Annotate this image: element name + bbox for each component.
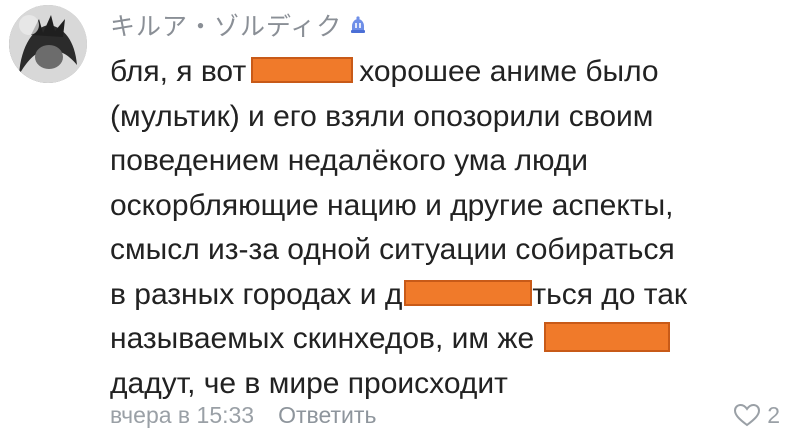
comment-text-fragment: в разных городах и д [110, 277, 403, 311]
comment-line: (мультик) и его взяли опозорили своим [110, 99, 654, 133]
author-name[interactable]: キルア・ゾルディク [110, 7, 342, 43]
comment-text-fragment: бля, я вот [110, 55, 247, 88]
comment-text-fragment: называемых скинхедов, им же [110, 322, 535, 355]
comment-text-fragment: хорошее аниме было [359, 55, 659, 88]
heart-icon [734, 403, 761, 427]
comment-line: бля, я вот хорошее аниме было [110, 50, 780, 95]
comment-line: поведением недалёкого ума люди [110, 144, 589, 177]
comment-text-fragment: ться до так [532, 277, 688, 311]
redaction-box [544, 322, 671, 353]
comment-line: в разных городах и д ться до так [110, 273, 780, 318]
timestamp: вчера в 15:33 [110, 401, 255, 428]
comment-line: оскорбляющие нацию и другие аспекты, [110, 188, 674, 222]
comment-line: называемых скинхедов, им же [110, 317, 780, 362]
redaction-box [404, 279, 533, 306]
author-row: キルア・ゾルディク [110, 8, 368, 42]
avatar-image [9, 5, 87, 83]
comment: キルア・ゾルディク бля, я вот хорошее аниме было (… [0, 0, 790, 432]
reply-button[interactable]: Ответить [278, 402, 376, 429]
comment-text: бля, я вот хорошее аниме было (мультик) и… [110, 50, 780, 406]
like-count: 2 [767, 401, 780, 428]
like-button[interactable]: 2 [733, 398, 780, 432]
comment-meta: вчера в 15:33 Ответить [110, 398, 376, 432]
redaction-box [251, 57, 354, 84]
comment-line: смысл из-за одной ситуации собираться [110, 233, 675, 266]
avatar[interactable] [9, 5, 87, 83]
donut-badge-icon [351, 16, 366, 33]
